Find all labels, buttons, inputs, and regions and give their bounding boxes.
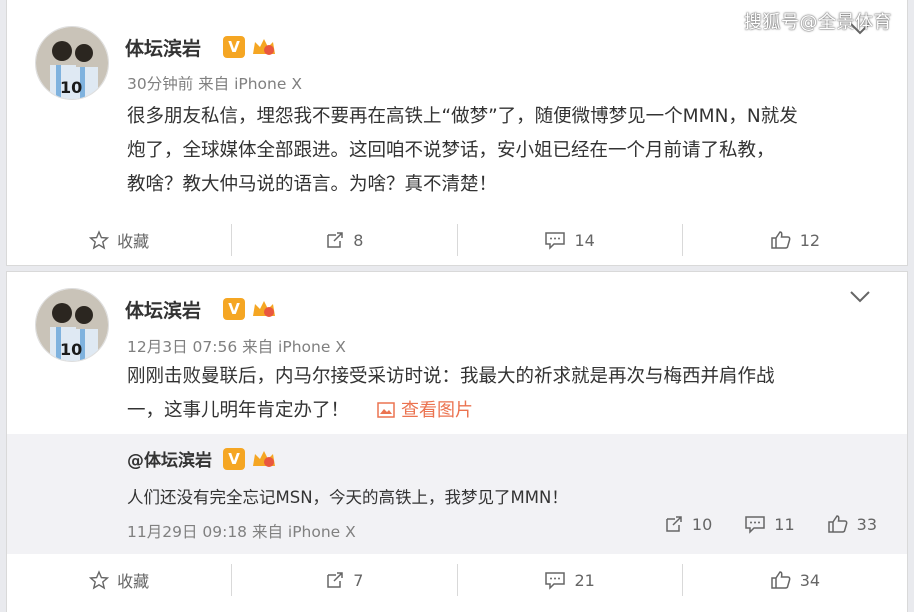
svg-text:10: 10 [60, 78, 82, 97]
post-text: 很多朋友私信，埋怨我不要再在高铁上“做梦”了，随便微博梦见一个MMN，N就发 炮… [127, 100, 887, 202]
author-name[interactable]: 体坛滨岩 [125, 34, 201, 61]
comment-button[interactable]: 14 [458, 224, 683, 256]
like-button[interactable]: 34 [683, 564, 907, 596]
post-text-line: 炮了，全球媒体全部跟进。这回咱不说梦话，安小姐已经在一个月前请了私教， [127, 140, 775, 161]
star-icon [89, 570, 110, 590]
post-actions: 收藏 8 14 12 [7, 214, 907, 266]
vip-crown-icon [253, 39, 275, 55]
original-like-button[interactable]: 33 [827, 514, 877, 534]
repost-button[interactable]: 8 [232, 224, 458, 256]
original-like-count: 33 [856, 514, 877, 534]
chevron-down-icon[interactable] [849, 290, 871, 304]
post-text-line: 刚刚击败曼联后，内马尔接受采访时说：我最大的祈求就是再次与梅西并肩作战 [127, 366, 775, 387]
favorite-button[interactable]: 收藏 [7, 564, 233, 596]
favorite-button[interactable]: 收藏 [7, 224, 233, 256]
original-comment-count: 11 [774, 514, 795, 534]
original-author-name: @体坛滨岩 [127, 451, 212, 471]
repost-icon [327, 232, 344, 248]
verified-v-icon: V [223, 298, 245, 320]
comment-icon [745, 516, 766, 534]
comment-count: 21 [574, 570, 595, 590]
original-repost-count: 10 [691, 514, 713, 534]
verified-v-icon: V [223, 448, 245, 470]
thumbs-up-icon [770, 571, 791, 589]
comment-button[interactable]: 21 [458, 564, 683, 596]
original-text: 人们还没有完全忘记MSN，今天的高铁上，我梦见了MMN！ [127, 488, 568, 507]
original-repost-button[interactable]: 10 [664, 514, 712, 534]
thumbs-up-icon [827, 515, 848, 533]
reposted-content[interactable]: @体坛滨岩 V 人们还没有完全忘记MSN，今天的高铁上，我梦见了MMN！ 11月… [7, 434, 907, 554]
comment-icon [545, 572, 566, 590]
thumbs-up-icon [770, 231, 791, 249]
like-count: 12 [799, 230, 821, 250]
verified-v-icon: V [223, 36, 245, 58]
post-meta: 30分钟前 来自 iPhone X [127, 75, 302, 93]
post-text-line: 很多朋友私信，埋怨我不要再在高铁上“做梦”了，随便微博梦见一个MMN，N就发 [127, 106, 798, 127]
post-meta: 12月3日 07:56 来自 iPhone X [127, 338, 346, 356]
avatar[interactable]: 10 [35, 26, 109, 100]
original-comment-button[interactable]: 11 [744, 514, 795, 534]
original-meta: 11月29日 09:18 来自 iPhone X [127, 523, 356, 541]
repost-count: 7 [353, 570, 364, 590]
watermark: 搜狐号@全景体育 [744, 12, 892, 33]
post-actions: 收藏 7 21 34 [7, 554, 907, 606]
author-name[interactable]: 体坛滨岩 [125, 296, 201, 323]
view-image-link[interactable]: 查看图片 [377, 400, 473, 421]
image-icon [377, 402, 395, 418]
like-count: 34 [799, 570, 821, 590]
vip-crown-icon [253, 301, 275, 317]
comment-icon [545, 232, 566, 250]
repost-button[interactable]: 7 [232, 564, 458, 596]
avatar[interactable]: 10 [35, 288, 109, 362]
post-text-line: 教啥？教大仲马说的语言。为啥？真不清楚！ [127, 174, 498, 195]
svg-text:10: 10 [60, 340, 82, 359]
original-author[interactable]: @体坛滨岩 [127, 446, 212, 471]
repost-icon [666, 516, 682, 532]
favorite-label: 收藏 [117, 232, 150, 251]
weibo-post-2: 10 体坛滨岩 V 12月3日 07:56 来自 iPhone X 刚刚击败曼联… [6, 271, 908, 612]
like-button[interactable]: 12 [683, 224, 907, 256]
view-image-label: 查看图片 [401, 400, 474, 421]
post-text-line: 一，这事儿明年肯定办了！ [127, 400, 350, 421]
comment-count: 14 [574, 230, 595, 250]
star-icon [89, 230, 110, 250]
post-text: 刚刚击败曼联后，内马尔接受采访时说：我最大的祈求就是再次与梅西并肩作战 一，这事… [127, 360, 887, 428]
weibo-post-1: 10 体坛滨岩 V 30分钟前 来自 iPhone X 很多朋友私信，埋怨我不要… [6, 0, 908, 266]
original-stats: 10 11 33 [664, 514, 877, 534]
repost-icon [327, 572, 344, 588]
vip-crown-icon [253, 451, 275, 467]
favorite-label: 收藏 [117, 572, 150, 591]
repost-count: 8 [353, 230, 364, 250]
